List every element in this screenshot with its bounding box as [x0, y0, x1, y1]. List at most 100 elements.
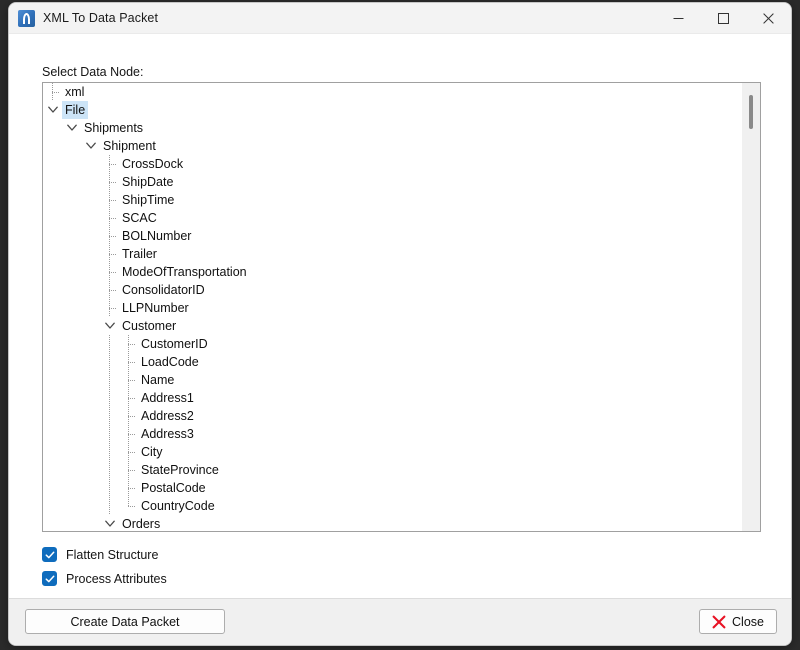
- chevron-down-icon[interactable]: [64, 119, 80, 137]
- tree-node-label: Name: [141, 373, 175, 387]
- tree-node-label: ConsolidatorID: [122, 283, 205, 297]
- tree-guide-line: [109, 443, 110, 461]
- tree-guide-line: [128, 398, 136, 399]
- tree-node-label: LLPNumber: [122, 301, 189, 315]
- close-button[interactable]: Close: [699, 609, 777, 634]
- maximize-icon: [718, 12, 729, 24]
- tree-node-label: BOLNumber: [122, 229, 192, 243]
- tree-guide-line: [128, 344, 136, 345]
- process-attributes-label: Process Attributes: [66, 571, 167, 586]
- tree-node-label: CrossDock: [122, 157, 184, 171]
- tree-guide-line: [128, 506, 136, 507]
- tree-guide-line: [128, 470, 136, 471]
- tree-node[interactable]: ModeOfTransportation: [43, 263, 740, 281]
- tree-node-label: PostalCode: [141, 481, 206, 495]
- checkmark-icon: [45, 551, 54, 558]
- scrollbar-thumb[interactable]: [749, 95, 753, 129]
- tree-node[interactable]: LLPNumber: [43, 299, 740, 317]
- tree-node[interactable]: PostalCode: [43, 479, 740, 497]
- tree-node[interactable]: ConsolidatorID: [43, 281, 740, 299]
- tree-guide-line: [109, 182, 117, 183]
- tree-node[interactable]: Shipments: [43, 119, 740, 137]
- chevron-down-icon[interactable]: [102, 317, 118, 335]
- tree-node-label: CustomerID: [141, 337, 208, 351]
- tree-node-label: Customer: [122, 319, 177, 333]
- tree-guide-line: [109, 272, 117, 273]
- tree-node[interactable]: Address2: [43, 407, 740, 425]
- select-data-node-label: Select Data Node:: [42, 65, 144, 79]
- tree-node[interactable]: Address3: [43, 425, 740, 443]
- red-x-icon: [712, 615, 726, 629]
- tree-node-label: Address2: [141, 409, 194, 423]
- tree-node[interactable]: Orders: [43, 515, 740, 531]
- tree-node[interactable]: Trailer: [43, 245, 740, 263]
- tree-guide-line: [109, 497, 110, 515]
- tree-vertical-scrollbar[interactable]: [741, 83, 760, 531]
- tree-guide-line: [128, 416, 136, 417]
- tree-node[interactable]: SCAC: [43, 209, 740, 227]
- flatten-structure-checkbox[interactable]: [42, 547, 57, 562]
- tree-guide-line: [128, 434, 136, 435]
- tree-node-label: File: [62, 101, 89, 119]
- tree-node-label: ShipTime: [122, 193, 175, 207]
- tree-guide-line: [109, 164, 117, 165]
- close-button-label: Close: [732, 614, 764, 629]
- tree-node[interactable]: StateProvince: [43, 461, 740, 479]
- tree-guide-line: [109, 353, 110, 371]
- treeview-content: xml File Shipments Shipment CrossDock ShipDat…: [43, 83, 740, 531]
- data-node-treeview[interactable]: xml File Shipments Shipment CrossDock ShipDat…: [42, 82, 761, 532]
- tree-node[interactable]: CustomerID: [43, 335, 740, 353]
- tree-node[interactable]: LoadCode: [43, 353, 740, 371]
- process-attributes-checkbox-row[interactable]: Process Attributes: [42, 571, 167, 586]
- tree-guide-line: [109, 200, 117, 201]
- tree-guide-line: [109, 254, 117, 255]
- tree-node[interactable]: File: [43, 101, 740, 119]
- window-close-button[interactable]: [746, 3, 791, 33]
- tree-node[interactable]: xml: [43, 83, 740, 101]
- tree-node-label: City: [141, 445, 163, 459]
- tree-node[interactable]: City: [43, 443, 740, 461]
- tree-node-label: Orders: [122, 517, 161, 531]
- app-icon: [18, 9, 35, 27]
- tree-node[interactable]: Shipment: [43, 137, 740, 155]
- tree-node-label: xml: [65, 85, 85, 99]
- title-bar: XML To Data Packet: [9, 3, 791, 34]
- tree-node[interactable]: CrossDock: [43, 155, 740, 173]
- tree-node[interactable]: Address1: [43, 389, 740, 407]
- tree-guide-line: [109, 479, 110, 497]
- tree-node-label: ShipDate: [122, 175, 174, 189]
- tree-node-label: Shipments: [84, 121, 144, 135]
- maximize-button[interactable]: [701, 3, 746, 33]
- tree-node-label: Address3: [141, 427, 194, 441]
- tree-node[interactable]: BOLNumber: [43, 227, 740, 245]
- tree-node[interactable]: CountryCode: [43, 497, 740, 515]
- flatten-structure-checkbox-row[interactable]: Flatten Structure: [42, 547, 158, 562]
- tree-guide-line: [109, 425, 110, 443]
- chevron-down-icon[interactable]: [45, 101, 61, 119]
- tree-guide-line: [128, 488, 136, 489]
- create-data-packet-button[interactable]: Create Data Packet: [25, 609, 225, 634]
- minimize-button[interactable]: [656, 3, 701, 33]
- dialog-window: XML To Data Packet Select Data Node: xml…: [8, 2, 792, 646]
- tree-guide-line: [109, 218, 117, 219]
- tree-node[interactable]: Customer: [43, 317, 740, 335]
- tree-node[interactable]: ShipDate: [43, 173, 740, 191]
- tree-guide-line: [109, 236, 117, 237]
- tree-node[interactable]: Name: [43, 371, 740, 389]
- chevron-down-icon[interactable]: [102, 515, 118, 531]
- tree-node[interactable]: ShipTime: [43, 191, 740, 209]
- tree-guide-line: [109, 407, 110, 425]
- tree-guide-line: [109, 290, 117, 291]
- tree-node-label: Trailer: [122, 247, 157, 261]
- window-title: XML To Data Packet: [43, 11, 159, 25]
- tree-node-label: CountryCode: [141, 499, 215, 513]
- tree-guide-line: [109, 389, 110, 407]
- tree-node-label: SCAC: [122, 211, 157, 225]
- chevron-down-icon[interactable]: [83, 137, 99, 155]
- tree-guide-line: [128, 362, 136, 363]
- flatten-structure-label: Flatten Structure: [66, 547, 159, 562]
- process-attributes-checkbox[interactable]: [42, 571, 57, 586]
- tree-guide-line: [128, 497, 129, 506]
- tree-guide-line: [109, 308, 117, 309]
- tree-node-label: ModeOfTransportation: [122, 265, 247, 279]
